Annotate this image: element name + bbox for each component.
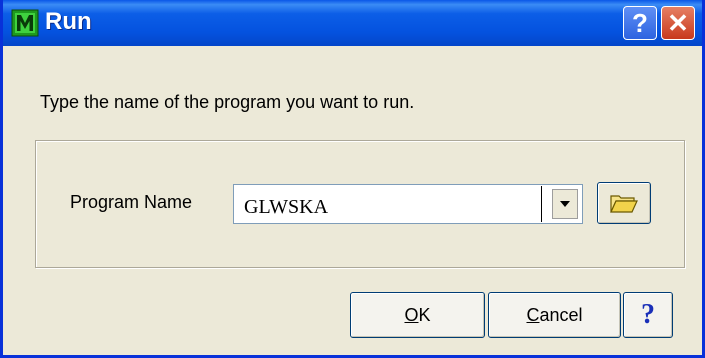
program-name-label: Program Name — [70, 192, 193, 212]
help-button[interactable]: ? — [623, 292, 673, 338]
folder-open-icon — [610, 195, 638, 213]
program-name-input[interactable] — [236, 186, 542, 222]
instruction-text: Type the name of the program you want to… — [40, 92, 415, 112]
dropdown-button[interactable] — [552, 189, 578, 219]
ok-label-rest: K — [418, 304, 431, 325]
chevron-down-icon — [560, 201, 570, 207]
title-bar[interactable]: Run ? ✕ — [3, 0, 702, 46]
cancel-button[interactable]: Cancel — [488, 292, 621, 338]
close-button[interactable]: ✕ — [661, 6, 695, 40]
ok-mnemonic: O — [404, 304, 419, 325]
title-help-button[interactable]: ? — [623, 6, 657, 40]
program-name-combobox[interactable] — [233, 184, 583, 224]
cancel-label-rest: ancel — [539, 304, 583, 325]
cancel-mnemonic: C — [526, 304, 540, 325]
m-letter-icon — [11, 9, 39, 37]
ok-button[interactable]: OK — [350, 292, 485, 338]
browse-button[interactable] — [597, 182, 651, 224]
run-dialog: Run ? ✕ Type the name of the program you… — [0, 0, 705, 358]
window-title: Run — [45, 8, 92, 35]
